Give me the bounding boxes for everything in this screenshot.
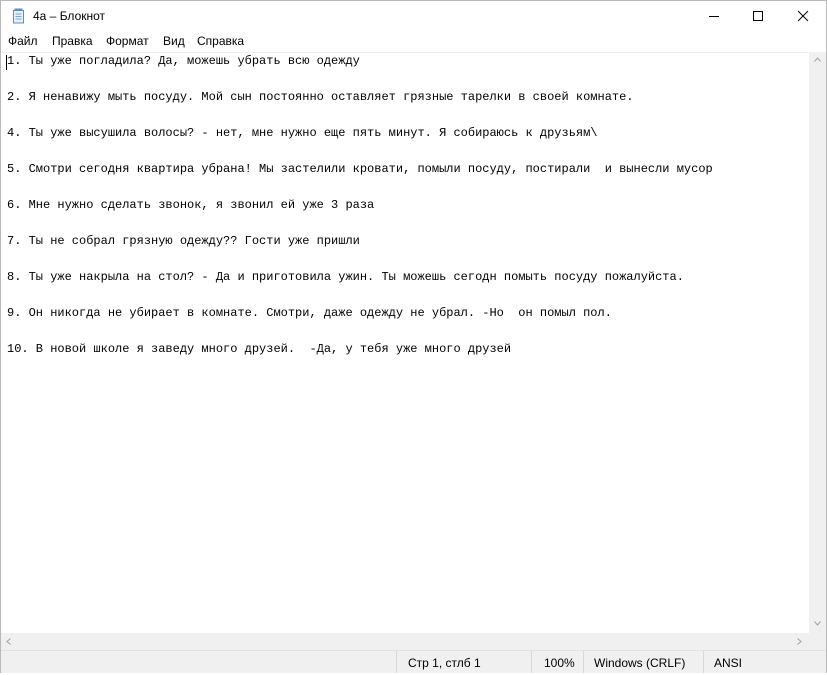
text-line: 2. Я ненавижу мыть посуду. Мой сын посто… [7, 90, 634, 104]
line-endings: Windows (CRLF) [583, 651, 703, 673]
text-line: 10. В новой школе я заведу много друзей.… [7, 342, 512, 356]
cursor-position: Стр 1, стлб 1 [396, 651, 531, 673]
scroll-down-arrow-icon[interactable] [814, 621, 821, 626]
menu-format[interactable]: Формат [106, 34, 149, 49]
vertical-scrollbar[interactable] [809, 53, 826, 633]
maximize-icon [753, 11, 763, 21]
status-bar: Стр 1, стлб 1 100% Windows (CRLF) ANSI [1, 650, 826, 673]
minimize-button[interactable] [691, 1, 737, 31]
menu-file[interactable]: Файл [8, 34, 38, 49]
notepad-icon [12, 8, 26, 24]
zoom-level: 100% [531, 651, 583, 673]
menu-view[interactable]: Вид [163, 34, 185, 49]
text-editor[interactable]: 1. Ты уже погладила? Да, можешь убрать в… [1, 53, 809, 633]
text-line: 7. Ты не собрал грязную одежду?? Гости у… [7, 234, 360, 248]
encoding: ANSI [703, 651, 826, 673]
scroll-right-arrow-icon[interactable] [797, 638, 802, 645]
minimize-icon [709, 16, 719, 17]
title-bar[interactable]: 4a – Блокнот [1, 1, 826, 31]
text-line: 1. Ты уже погладила? Да, можешь убрать в… [7, 54, 360, 68]
close-icon [797, 10, 809, 22]
menu-help[interactable]: Справка [197, 34, 244, 49]
close-button[interactable] [780, 1, 826, 31]
window-title: 4a – Блокнот [33, 9, 106, 23]
scroll-left-arrow-icon[interactable] [6, 638, 11, 645]
text-line: 6. Мне нужно сделать звонок, я звонил ей… [7, 198, 375, 212]
maximize-button[interactable] [735, 1, 781, 31]
text-line: 5. Смотри сегодня квартира убрана! Мы за… [7, 162, 713, 176]
text-caret [6, 55, 7, 70]
text-line: 8. Ты уже накрыла на стол? - Да и пригот… [7, 270, 684, 284]
menu-bar: Файл Правка Формат Вид Справка [1, 31, 826, 53]
menu-edit[interactable]: Правка [52, 34, 93, 49]
text-line: 4. Ты уже высушила волосы? - нет, мне ну… [7, 126, 598, 140]
text-line: 9. Он никогда не убирает в комнате. Смот… [7, 306, 612, 320]
scrollbar-corner [809, 633, 826, 650]
horizontal-scrollbar[interactable] [1, 633, 809, 650]
notepad-window: 4a – Блокнот Файл Правка Формат Вид Спра… [0, 0, 827, 673]
scroll-up-arrow-icon[interactable] [814, 57, 821, 62]
